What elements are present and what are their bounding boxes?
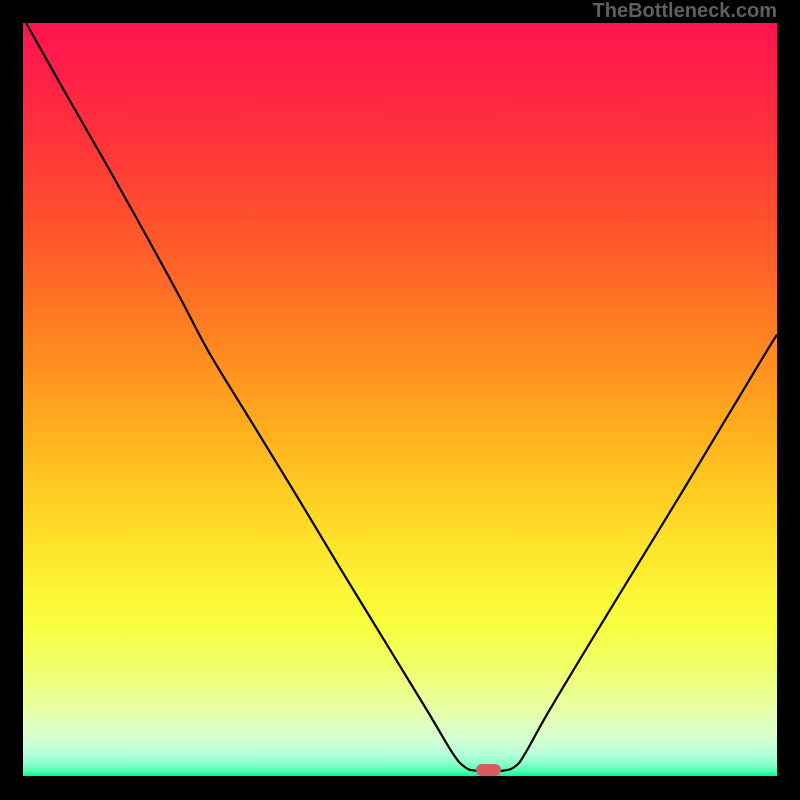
watermark-text: TheBottleneck.com bbox=[593, 0, 777, 23]
chart-frame: TheBottleneck.com bbox=[0, 0, 800, 800]
bottleneck-curve bbox=[26, 23, 777, 771]
gradient-background bbox=[23, 23, 777, 776]
chart-svg bbox=[23, 23, 777, 776]
optimal-point-marker bbox=[476, 764, 501, 776]
plot-area bbox=[23, 23, 777, 776]
